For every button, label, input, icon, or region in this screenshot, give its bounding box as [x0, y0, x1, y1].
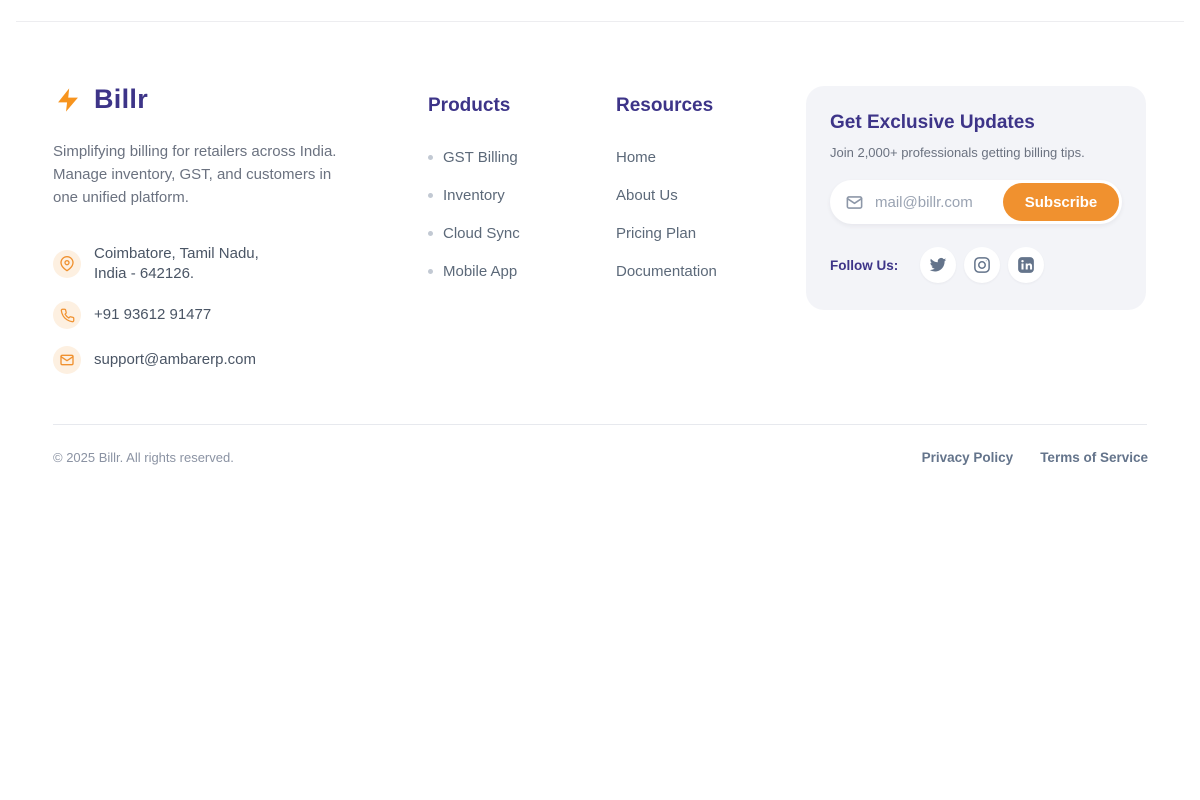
newsletter-form: Subscribe [830, 180, 1122, 224]
phone-icon [53, 301, 81, 329]
brand-column: Billr Simplifying billing for retailers … [53, 84, 383, 374]
link-label: About Us [616, 187, 678, 204]
resources-link-about-us[interactable]: About Us [616, 187, 717, 204]
privacy-policy-link[interactable]: Privacy Policy [922, 450, 1014, 465]
link-label: GST Billing [443, 149, 518, 166]
bullet-dot-icon [428, 193, 433, 198]
lightning-bolt-icon [53, 85, 83, 115]
instagram-icon [973, 256, 991, 274]
products-title: Products [428, 95, 520, 117]
legal-links: Privacy Policy Terms of Service [922, 450, 1148, 465]
brand-tagline: Simplifying billing for retailers across… [53, 140, 383, 209]
address-line2: India - 642126. [94, 264, 259, 284]
products-link-mobile-app[interactable]: Mobile App [428, 263, 520, 280]
resources-column: Resources Home About Us Pricing Plan Doc… [616, 95, 717, 301]
twitter-icon [929, 256, 947, 274]
link-label: Documentation [616, 263, 717, 280]
address-line1: Coimbatore, Tamil Nadu, [94, 244, 259, 264]
bullet-dot-icon [428, 269, 433, 274]
bottom-divider [53, 424, 1147, 425]
follow-us-label: Follow Us: [830, 258, 898, 273]
products-column: Products GST Billing Inventory Cloud Syn… [428, 95, 520, 301]
mail-input-icon [845, 193, 864, 212]
link-label: Home [616, 149, 656, 166]
link-label: Pricing Plan [616, 225, 696, 242]
copyright-text: © 2025 Billr. All rights reserved. [53, 450, 234, 465]
tagline-line: Manage inventory, GST, and customers in [53, 163, 383, 186]
linkedin-button[interactable] [1008, 247, 1044, 283]
tagline-line: one unified platform. [53, 186, 383, 209]
link-label: Inventory [443, 187, 505, 204]
products-link-inventory[interactable]: Inventory [428, 187, 520, 204]
resources-title: Resources [616, 95, 717, 117]
address-text: Coimbatore, Tamil Nadu, India - 642126. [94, 244, 259, 284]
subscribe-button[interactable]: Subscribe [1003, 183, 1119, 221]
twitter-button[interactable] [920, 247, 956, 283]
newsletter-title: Get Exclusive Updates [830, 112, 1122, 134]
top-divider [16, 21, 1184, 22]
email-input[interactable] [873, 193, 998, 212]
terms-of-service-link[interactable]: Terms of Service [1040, 450, 1148, 465]
mail-icon [53, 346, 81, 374]
bullet-dot-icon [428, 231, 433, 236]
linkedin-icon [1017, 256, 1035, 274]
resources-list: Home About Us Pricing Plan Documentation [616, 149, 717, 280]
phone-text: +91 93612 91477 [94, 305, 211, 325]
brand-name: Billr [94, 84, 148, 115]
contact-address: Coimbatore, Tamil Nadu, India - 642126. [53, 244, 383, 284]
bullet-dot-icon [428, 155, 433, 160]
resources-link-home[interactable]: Home [616, 149, 717, 166]
email-text: support@ambarerp.com [94, 350, 256, 370]
contact-phone[interactable]: +91 93612 91477 [53, 301, 383, 329]
newsletter-subtitle: Join 2,000+ professionals getting billin… [830, 145, 1122, 160]
brand-logo: Billr [53, 84, 383, 115]
newsletter-card: Get Exclusive Updates Join 2,000+ profes… [806, 86, 1146, 310]
products-link-cloud-sync[interactable]: Cloud Sync [428, 225, 520, 242]
tagline-line: Simplifying billing for retailers across… [53, 140, 383, 163]
follow-row: Follow Us: [830, 247, 1122, 283]
products-link-gst-billing[interactable]: GST Billing [428, 149, 520, 166]
link-label: Mobile App [443, 263, 517, 280]
instagram-button[interactable] [964, 247, 1000, 283]
contact-email[interactable]: support@ambarerp.com [53, 346, 383, 374]
link-label: Cloud Sync [443, 225, 520, 242]
resources-link-pricing-plan[interactable]: Pricing Plan [616, 225, 717, 242]
location-pin-icon [53, 250, 81, 278]
social-links [920, 247, 1044, 283]
resources-link-documentation[interactable]: Documentation [616, 263, 717, 280]
products-list: GST Billing Inventory Cloud Sync Mobile … [428, 149, 520, 280]
contact-list: Coimbatore, Tamil Nadu, India - 642126. … [53, 244, 383, 374]
bottom-bar: © 2025 Billr. All rights reserved. Priva… [53, 450, 1148, 465]
